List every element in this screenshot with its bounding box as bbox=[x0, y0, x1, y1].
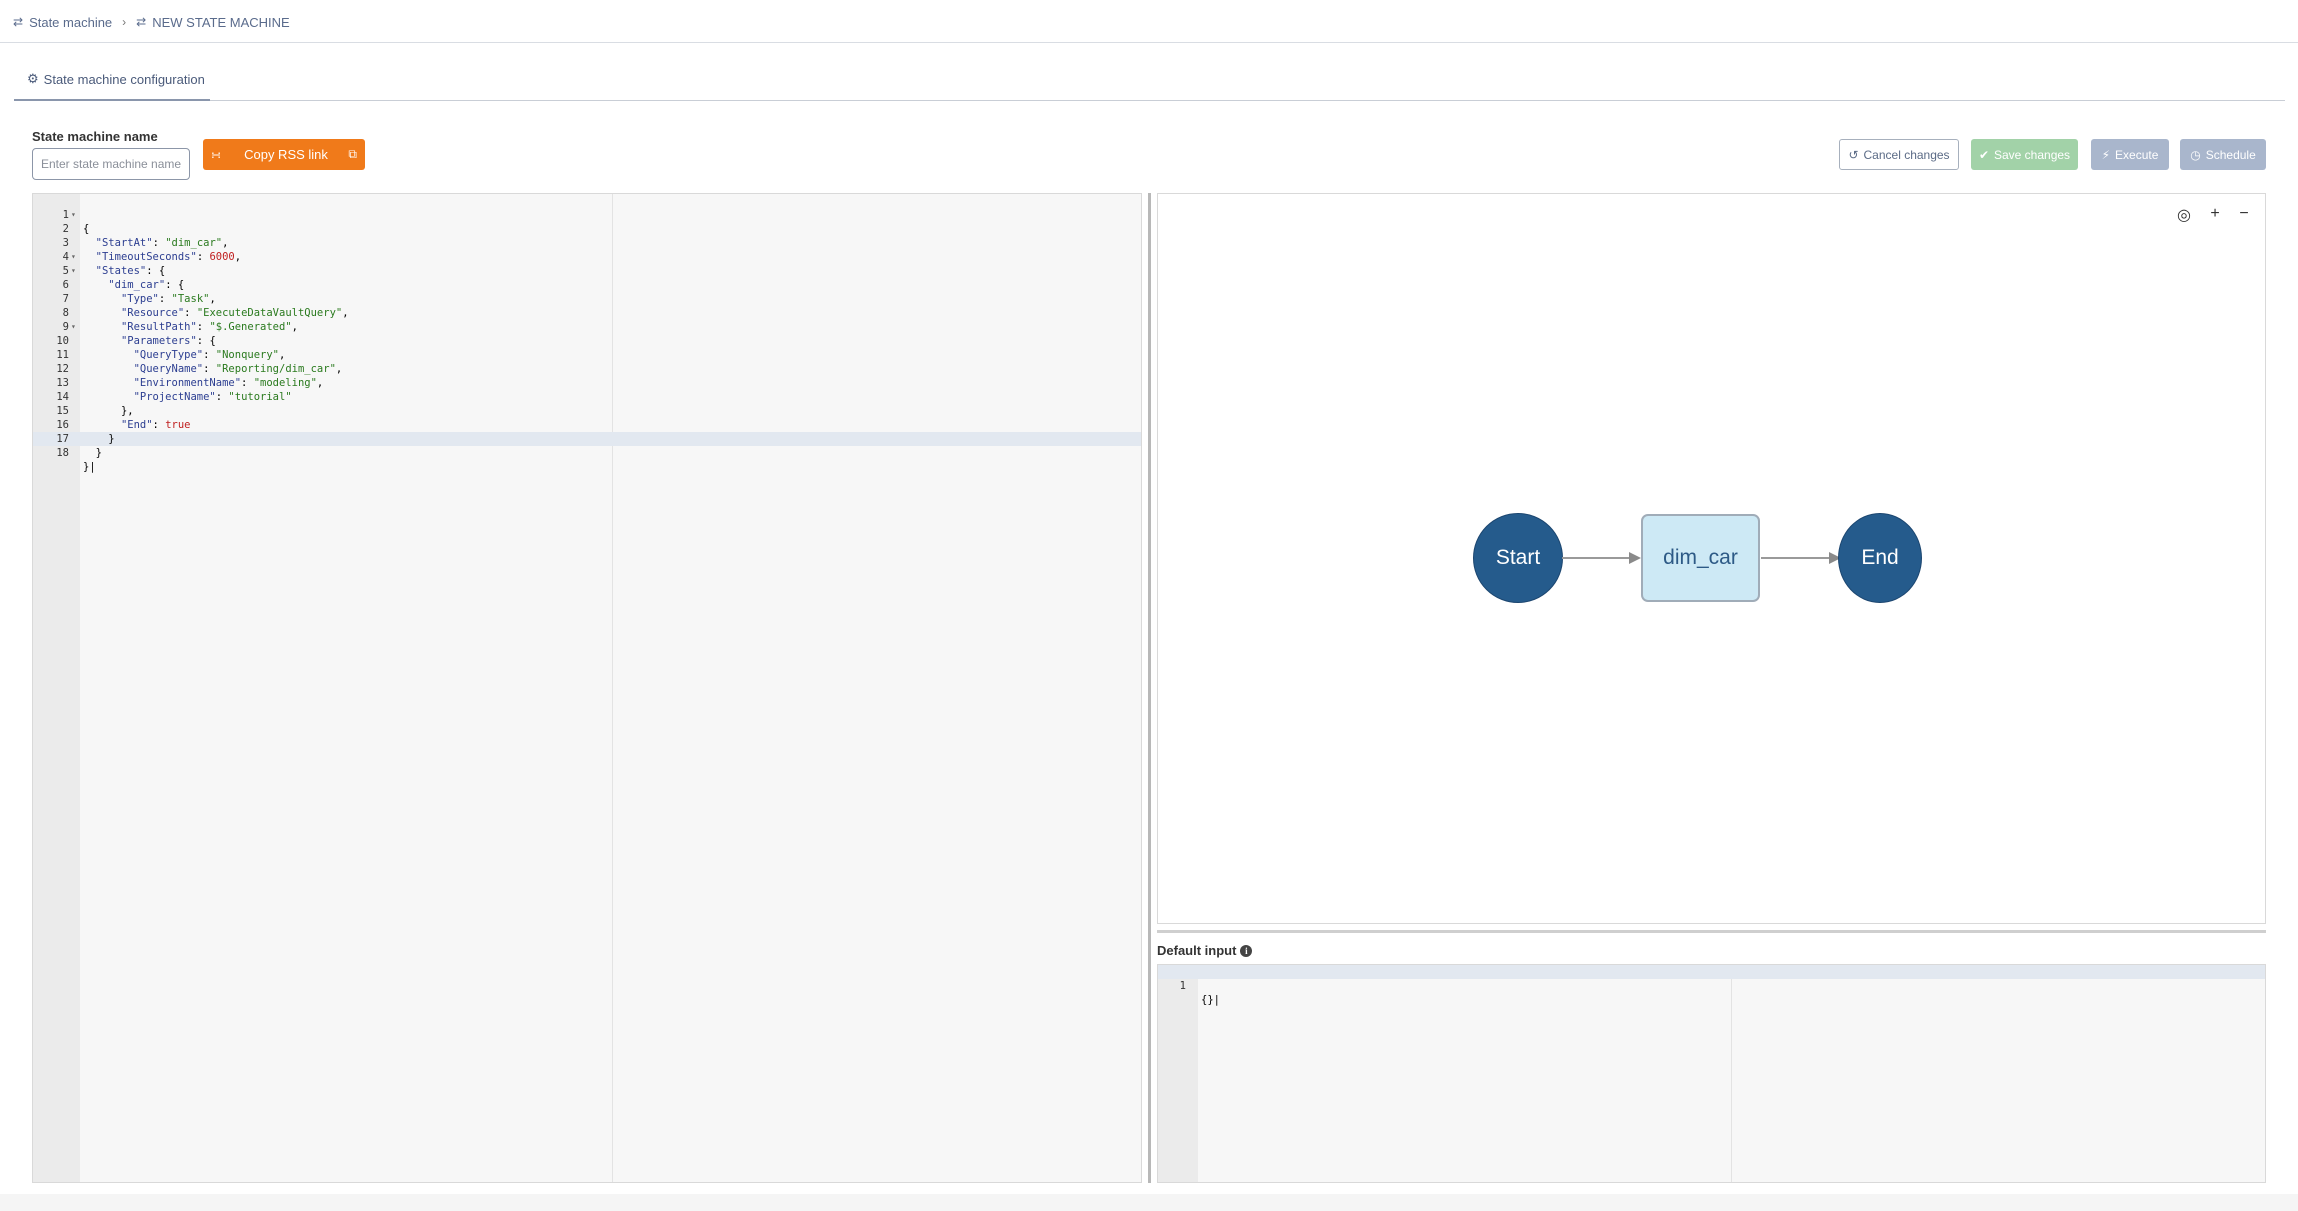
panel-splitter[interactable] bbox=[1148, 193, 1151, 1183]
undo-icon: ↺ bbox=[1848, 147, 1859, 162]
chevron-right-icon: › bbox=[122, 15, 127, 29]
tab-state-machine-configuration[interactable]: ⚙ State machine configuration bbox=[27, 70, 205, 88]
code-line: 14 }, bbox=[33, 376, 1141, 417]
gear-icon: ⚙ bbox=[27, 71, 39, 86]
copy-icon: ⧉ bbox=[348, 147, 357, 161]
code-line: 7 "Resource": "ExecuteDataVaultQuery", bbox=[33, 278, 1141, 319]
line-number: 18 bbox=[56, 447, 69, 459]
state-machine-code-editor[interactable]: 1 ▾ { 2 "StartAt": "dim_car", 3 "TimeoutS… bbox=[32, 193, 1142, 1183]
default-input-label-text: Default input bbox=[1157, 943, 1237, 958]
clock-icon: ◷ bbox=[2190, 147, 2201, 162]
print-margin bbox=[1731, 965, 1732, 1182]
graph-input-splitter[interactable] bbox=[1157, 930, 2266, 933]
header-divider bbox=[0, 42, 2298, 43]
rss-icon: ∺ bbox=[211, 147, 222, 162]
execute-label: Execute bbox=[2115, 147, 2159, 162]
code-text: } bbox=[83, 461, 90, 473]
save-changes-label: Save changes bbox=[1994, 147, 2071, 162]
breadcrumb: ⇄ State machine › ⇄ NEW STATE MACHINE bbox=[13, 14, 290, 30]
save-changes-button[interactable]: ✔ Save changes bbox=[1971, 139, 2078, 170]
page-footer bbox=[0, 1194, 2298, 1211]
default-input-editor[interactable]: 1 {}| bbox=[1157, 964, 2266, 1183]
code-line: 11 "QueryName": "Reporting/dim_car", bbox=[33, 334, 1141, 375]
code-line: 13 "ProjectName": "tutorial" bbox=[33, 362, 1141, 403]
tab-label: State machine configuration bbox=[43, 71, 205, 87]
default-input-label: Default input i bbox=[1157, 943, 1253, 958]
active-tab-indicator bbox=[14, 99, 210, 101]
cancel-changes-label: Cancel changes bbox=[1863, 147, 1950, 162]
state-machine-name-input[interactable] bbox=[32, 148, 190, 180]
state-machine-icon: ⇄ bbox=[13, 15, 24, 29]
task-node-dim-car[interactable]: dim_car bbox=[1641, 514, 1760, 602]
code-text: {} bbox=[1201, 994, 1214, 1006]
edge-start-to-task bbox=[1562, 557, 1632, 559]
code-line: 5 ▾ "dim_car": { bbox=[33, 250, 1141, 291]
start-node-label: Start bbox=[1495, 546, 1541, 569]
end-node[interactable]: End bbox=[1838, 513, 1922, 603]
state-machine-icon: ⇄ bbox=[136, 15, 147, 29]
code-line: 9 ▾ "Parameters": { bbox=[33, 306, 1141, 347]
code-line: 16 } bbox=[33, 404, 1141, 445]
task-node-label: dim_car bbox=[1663, 546, 1738, 569]
code-line: 12 "EnvironmentName": "modeling", bbox=[33, 348, 1141, 389]
end-node-label: End bbox=[1861, 546, 1899, 569]
code-line: 8 "ResultPath": "$.Generated", bbox=[33, 292, 1141, 333]
arrowhead-icon bbox=[1629, 552, 1641, 564]
check-icon: ✔ bbox=[1978, 147, 1989, 162]
breadcrumb-item-current: NEW STATE MACHINE bbox=[152, 14, 290, 30]
code-line: 3 "TimeoutSeconds": 6000, bbox=[33, 222, 1141, 263]
info-icon[interactable]: i bbox=[1240, 944, 1253, 957]
code-line: 2 "StartAt": "dim_car", bbox=[33, 208, 1141, 249]
code-line: 15 "End": true bbox=[33, 390, 1141, 431]
line-number: 1 bbox=[1179, 980, 1186, 992]
edge-task-to-end bbox=[1761, 557, 1832, 559]
schedule-button[interactable]: ◷ Schedule bbox=[2180, 139, 2266, 170]
target-icon[interactable]: ◎ bbox=[2175, 205, 2193, 225]
code-line: 17 } bbox=[33, 418, 1141, 459]
code-line: 1 ▾ { bbox=[33, 194, 1141, 235]
code-line: 4 ▾ "States": { bbox=[33, 236, 1141, 277]
code-text: } bbox=[95, 447, 102, 459]
execute-button[interactable]: ⚡︎ Execute bbox=[2091, 139, 2169, 170]
zoom-in-icon[interactable]: + bbox=[2206, 205, 2224, 223]
bolt-icon: ⚡︎ bbox=[2101, 147, 2111, 162]
schedule-label: Schedule bbox=[2205, 147, 2256, 162]
copy-rss-link-button[interactable]: ∺ Copy RSS link ⧉ bbox=[203, 139, 365, 170]
zoom-out-icon[interactable]: − bbox=[2235, 205, 2253, 223]
breadcrumb-item-state-machine[interactable]: State machine bbox=[29, 15, 112, 30]
tab-bar-divider bbox=[14, 100, 2285, 101]
code-line: 6 "Type": "Task", bbox=[33, 264, 1141, 305]
cancel-changes-button[interactable]: ↺ Cancel changes bbox=[1839, 139, 1959, 170]
code-line: 10 "QueryType": "Nonquery", bbox=[33, 320, 1141, 361]
code-line: 18 }| bbox=[33, 432, 1141, 473]
start-node[interactable]: Start bbox=[1473, 513, 1563, 603]
copy-rss-link-label: Copy RSS link bbox=[244, 147, 328, 162]
code-line: 1 {}| bbox=[1158, 965, 2265, 1006]
state-machine-name-label: State machine name bbox=[32, 129, 158, 144]
